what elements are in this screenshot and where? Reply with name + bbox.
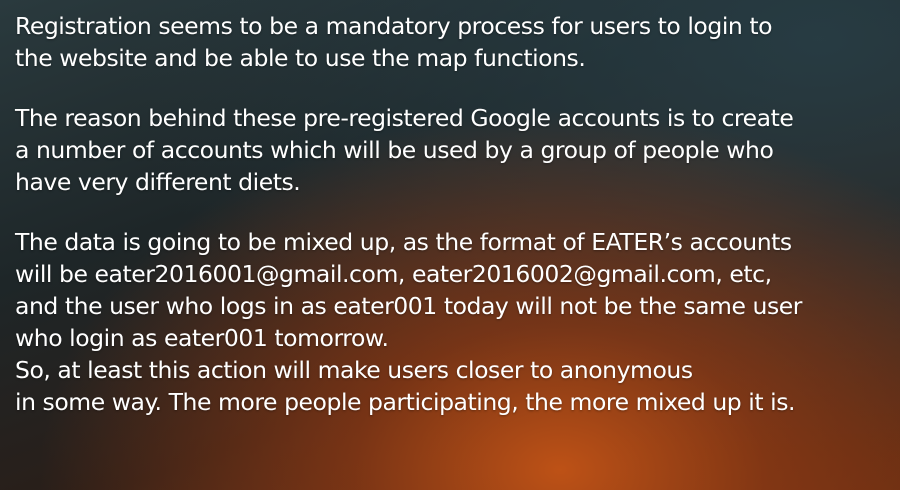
slide-text-body: Registration seems to be a mandatory pro… (0, 0, 900, 490)
text-line: and the user who logs in as eater001 tod… (15, 292, 802, 320)
text-line: The data is going to be mixed up, as the… (15, 228, 792, 256)
text-line: in some way. The more people participati… (15, 388, 796, 416)
paragraph-pre-registered-accounts: The reason behind these pre-registered G… (15, 102, 886, 198)
text-line: Registration seems to be a mandatory pro… (15, 12, 773, 40)
text-line: So, at least this action will make users… (15, 356, 693, 384)
text-line: who login as eater001 tomorrow. (15, 324, 389, 352)
text-line: The reason behind these pre-registered G… (15, 104, 794, 132)
paragraph-registration: Registration seems to be a mandatory pro… (15, 10, 886, 74)
paragraph-data-mixing: The data is going to be mixed up, as the… (15, 226, 886, 418)
text-line: have very different diets. (15, 168, 301, 196)
text-line: will be eater2016001@gmail.com, eater201… (15, 260, 772, 288)
text-line: a number of accounts which will be used … (15, 136, 774, 164)
text-line: the website and be able to use the map f… (15, 44, 586, 72)
